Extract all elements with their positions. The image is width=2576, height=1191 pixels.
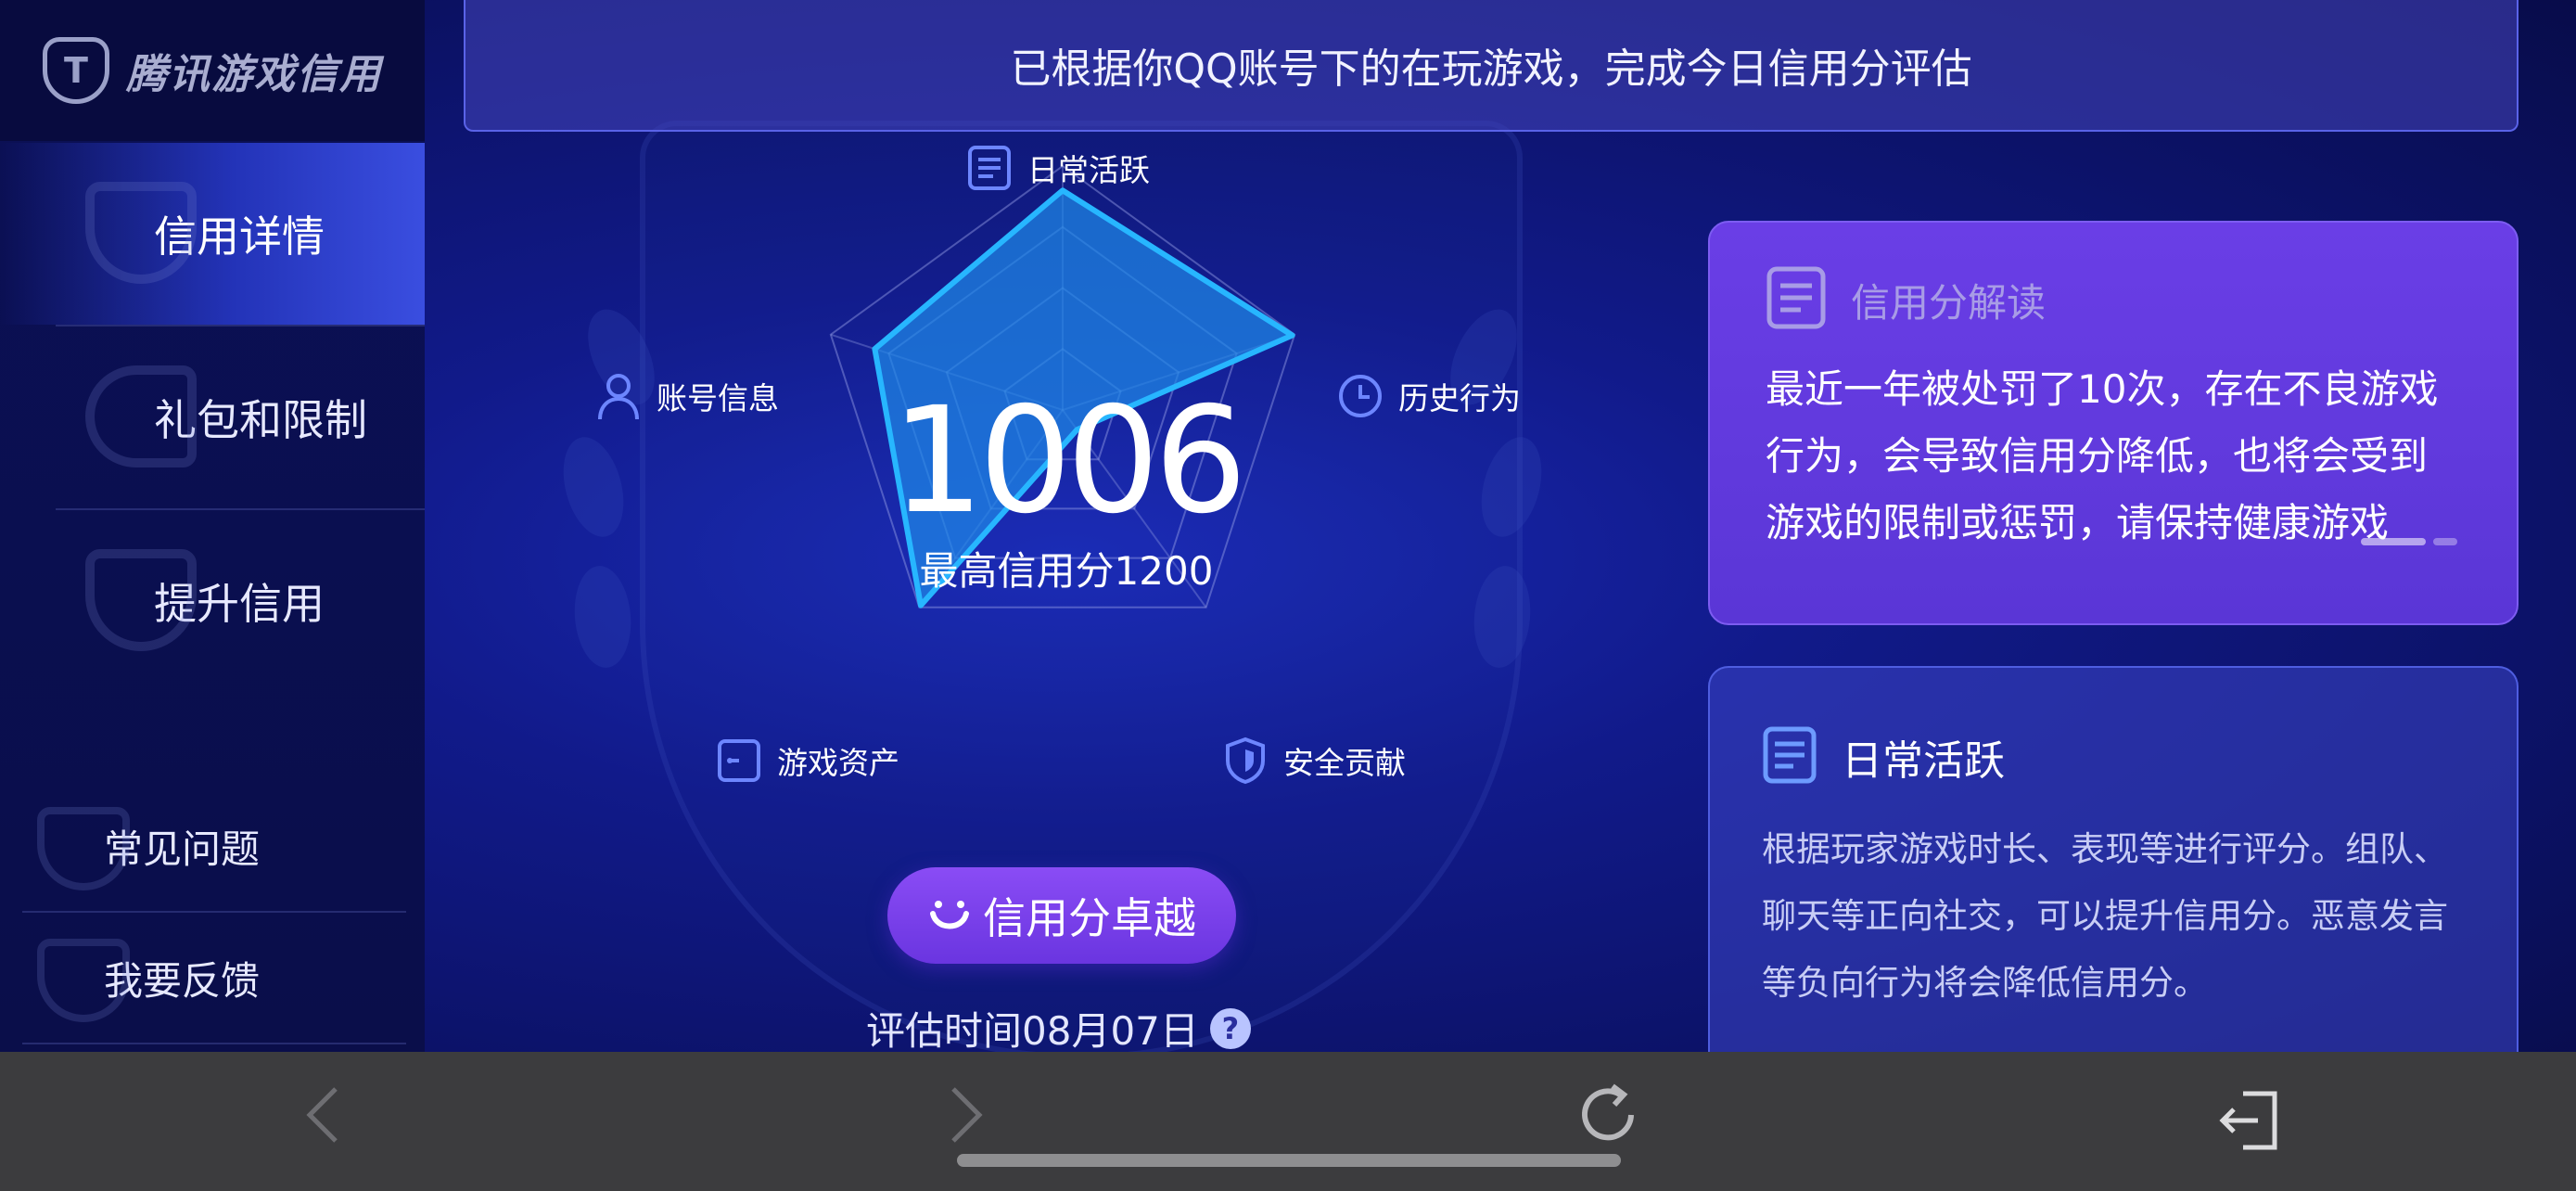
back-icon — [304, 1085, 341, 1148]
refresh-icon — [1575, 1082, 1640, 1151]
card-header: 日常活跃 — [1762, 725, 2465, 788]
axis-label-text: 账号信息 — [657, 380, 779, 416]
gift-icon — [85, 365, 197, 467]
divider — [22, 1043, 406, 1044]
dimension-detail-card: 日常活跃 根据玩家游戏时长、表现等进行评分。组队、聊天等正向社交，可以提升信用分… — [1708, 666, 2519, 1052]
smile-icon — [927, 893, 972, 938]
bottom-toolbar — [0, 1052, 2576, 1191]
sidebar-item-faq[interactable]: 常见问题 — [0, 781, 408, 911]
shield-icon — [37, 939, 130, 1022]
sidebar-item-improve-credit[interactable]: 提升信用 — [0, 510, 425, 692]
max-score-text: 最高信用分1200 — [919, 548, 1214, 594]
brand-name: 腾讯游戏信用 — [126, 51, 382, 98]
credit-score: 1006 — [890, 376, 1247, 546]
page-dot — [2433, 538, 2457, 545]
axis-label-text: 日常活跃 — [1027, 152, 1150, 188]
clock-icon — [1337, 373, 1384, 419]
user-icon — [595, 373, 642, 420]
card-body: 根据玩家游戏时长、表现等进行评分。组队、聊天等正向社交，可以提升信用分。恶意发言… — [1762, 829, 2448, 1003]
page-dot-active — [2361, 538, 2426, 545]
exit-icon — [2215, 1090, 2280, 1155]
axis-history-behavior[interactable]: 历史行为 — [1337, 373, 1521, 419]
axis-account-info[interactable]: 账号信息 — [595, 373, 779, 420]
document-icon — [966, 145, 1013, 191]
sidebar: T 腾讯游戏信用 信用详情 礼包和限制 提升信用 常见问题 我要反馈 — [0, 0, 425, 1052]
shield-icon — [1222, 736, 1269, 785]
brand-logo-icon: T — [43, 37, 109, 104]
forward-icon — [948, 1085, 985, 1148]
axis-daily-activity[interactable]: 日常活跃 — [966, 145, 1150, 191]
sidebar-item-credit-details[interactable]: 信用详情 — [0, 143, 425, 325]
evaluation-time-text: 评估时间08月07日 — [866, 1008, 1199, 1054]
credit-rank-label: 信用分卓越 — [983, 893, 1196, 943]
card-header: 信用分解读 — [1766, 265, 2461, 334]
axis-game-assets[interactable]: 游戏资产 — [716, 737, 899, 784]
wallet-icon — [716, 737, 762, 784]
shield-icon — [85, 182, 197, 284]
card-title: 信用分解读 — [1851, 279, 2047, 326]
evaluation-time: 评估时间08月07日 ? — [866, 1000, 1251, 1057]
forward-button[interactable] — [920, 1070, 1013, 1163]
pagination-dots — [2353, 538, 2457, 545]
credit-rank-button[interactable]: 信用分卓越 — [887, 867, 1236, 964]
axis-label-text: 游戏资产 — [777, 745, 899, 781]
help-icon[interactable]: ? — [1209, 1007, 1251, 1049]
back-button[interactable] — [276, 1070, 369, 1163]
exit-button[interactable] — [2201, 1076, 2294, 1169]
sidebar-item-feedback[interactable]: 我要反馈 — [0, 913, 408, 1043]
card-title: 日常活跃 — [1842, 737, 2005, 785]
evaluation-banner: 已根据你QQ账号下的在玩游戏，完成今日信用分评估 — [464, 0, 2519, 132]
axis-label-text: 安全贡献 — [1283, 745, 1406, 781]
shield-icon — [85, 549, 197, 651]
shield-icon — [37, 807, 130, 890]
score-interpretation-card: 信用分解读 最近一年被处罚了10次，存在不良游戏行为，会导致信用分降低，也将会受… — [1708, 221, 2519, 625]
sidebar-item-gifts-restrictions[interactable]: 礼包和限制 — [0, 327, 425, 508]
axis-label-text: 历史行为 — [1398, 380, 1521, 416]
axis-security-contribution[interactable]: 安全贡献 — [1222, 736, 1406, 785]
banner-text: 已根据你QQ账号下的在玩游戏，完成今日信用分评估 — [1010, 45, 1972, 93]
home-indicator[interactable] — [957, 1154, 1621, 1167]
card-body: 最近一年被处罚了10次，存在不良游戏行为，会导致信用分降低，也将会受到游戏的限制… — [1766, 366, 2439, 545]
brand-header: T 腾讯游戏信用 — [0, 0, 425, 141]
document-icon — [1766, 265, 1827, 334]
document-icon — [1762, 725, 1817, 788]
refresh-button[interactable] — [1562, 1070, 1654, 1163]
